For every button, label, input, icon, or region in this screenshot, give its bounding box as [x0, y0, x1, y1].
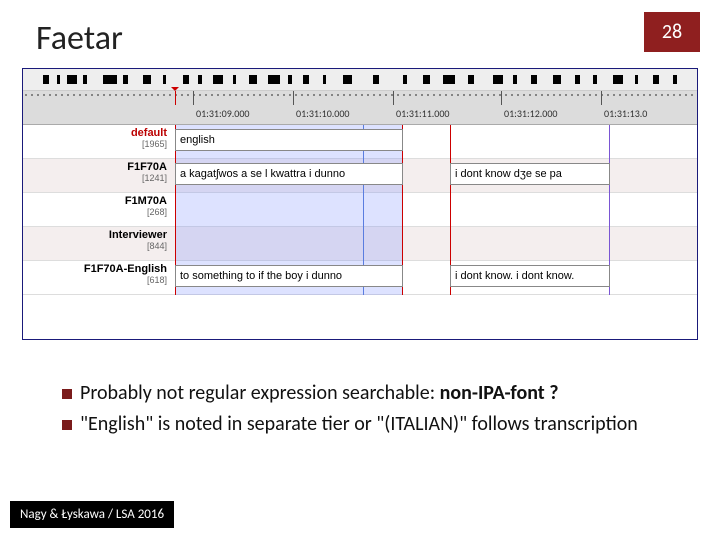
ruler-timestamp: 01:31:09.000 — [196, 107, 250, 120]
ruler-timestamp: 01:31:13.0 — [604, 107, 647, 120]
ruler-timestamp: 01:31:12.000 — [504, 107, 558, 120]
tier-lane[interactable] — [173, 227, 697, 260]
tier-label[interactable]: Interviewer[844] — [23, 227, 173, 260]
ruler-ticks — [23, 94, 697, 96]
tier-label[interactable]: default[1965] — [23, 125, 173, 158]
playhead-marker[interactable] — [175, 91, 176, 105]
bullet-list: Probably not regular expression searchab… — [62, 380, 662, 442]
annotation-segment[interactable]: english — [175, 129, 403, 151]
bullet-item: Probably not regular expression searchab… — [62, 380, 662, 407]
bullet-text: Probably not regular expression searchab… — [80, 380, 558, 407]
page-number: 28 — [662, 20, 682, 44]
citation-box: Nagy & Łyskawa / LSA 2016 — [10, 501, 174, 528]
tier-area: default[1965]englishF1F70A[1241]a kagatʃ… — [23, 125, 697, 295]
tier-row[interactable]: Interviewer[844] — [23, 227, 697, 261]
bullet-text: "English" is noted in separate tier or "… — [80, 411, 638, 438]
tier-lane[interactable]: a kagatʃwos a se l kwattra i dunno i dont… — [173, 159, 697, 192]
tier-lane[interactable] — [173, 193, 697, 226]
annotation-segment[interactable]: a kagatʃwos a se l kwattra i dunno — [175, 163, 403, 185]
tier-row[interactable]: default[1965]english — [23, 125, 697, 159]
tier-lane[interactable]: to something to if the boy i dunno i dont… — [173, 261, 697, 294]
tier-label[interactable]: F1M70A[268] — [23, 193, 173, 226]
ruler-timestamp: 01:31:11.000 — [396, 107, 450, 120]
slide-title: Faetar — [36, 18, 123, 59]
bullet-icon — [62, 420, 72, 430]
page-number-box: 28 — [644, 12, 700, 52]
tier-label[interactable]: F1F70A[1241] — [23, 159, 173, 192]
tier-label[interactable]: F1F70A-English[618] — [23, 261, 173, 294]
tier-lane[interactable]: english — [173, 125, 697, 158]
annotation-segment[interactable]: to something to if the boy i dunno — [175, 265, 403, 287]
slide: Faetar 28 01:31:09.00001:31 — [0, 0, 720, 540]
tier-row[interactable]: F1F70A[1241]a kagatʃwos a se l kwattra i… — [23, 159, 697, 193]
tier-row[interactable]: F1F70A-English[618]to something to if th… — [23, 261, 697, 295]
elan-screenshot: 01:31:09.000 01:31:10.000 01:31:11.000 01:3… — [22, 68, 698, 340]
bullet-item: "English" is noted in separate tier or "… — [62, 411, 662, 438]
ruler-timestamp: 01:31:10.000 — [296, 107, 350, 120]
annotation-segment[interactable]: i dont know. i dont know. — [450, 265, 610, 287]
bullet-icon — [62, 389, 72, 399]
time-ruler[interactable]: 01:31:09.000 01:31:10.000 01:31:11.000 01:3… — [23, 91, 697, 125]
tier-row[interactable]: F1M70A[268] — [23, 193, 697, 227]
waveform-strip — [23, 69, 697, 91]
annotation-segment[interactable]: i dont know dʒe se pa — [450, 163, 610, 185]
